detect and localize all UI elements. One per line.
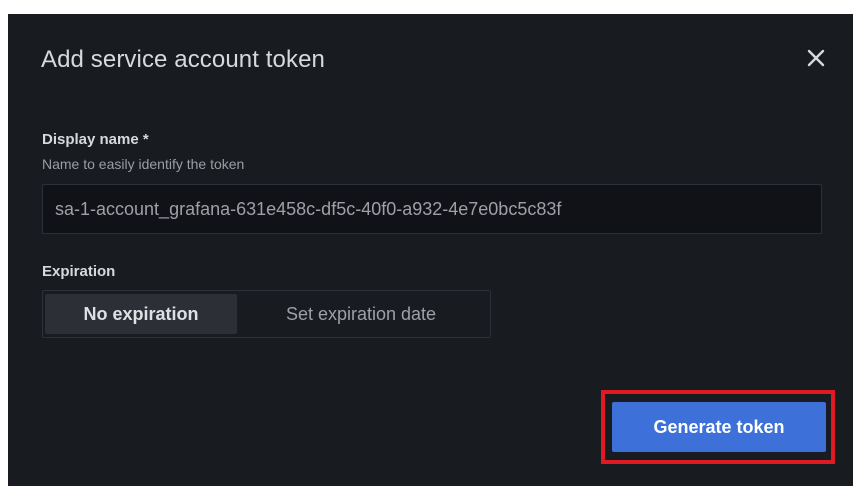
display-name-label: Display name *	[42, 131, 149, 148]
expiration-radio-group: No expiration Set expiration date	[42, 290, 491, 338]
modal-title: Add service account token	[41, 46, 325, 73]
add-token-modal: Add service account token Display name *…	[8, 14, 853, 486]
set-expiration-date-option[interactable]: Set expiration date	[237, 294, 485, 334]
display-name-input[interactable]	[42, 184, 822, 234]
expiration-label: Expiration	[42, 263, 116, 280]
close-icon	[807, 49, 825, 67]
display-name-description: Name to easily identify the token	[42, 156, 245, 172]
close-button[interactable]	[802, 44, 830, 72]
no-expiration-option[interactable]: No expiration	[45, 294, 237, 334]
generate-token-button[interactable]: Generate token	[612, 402, 826, 452]
